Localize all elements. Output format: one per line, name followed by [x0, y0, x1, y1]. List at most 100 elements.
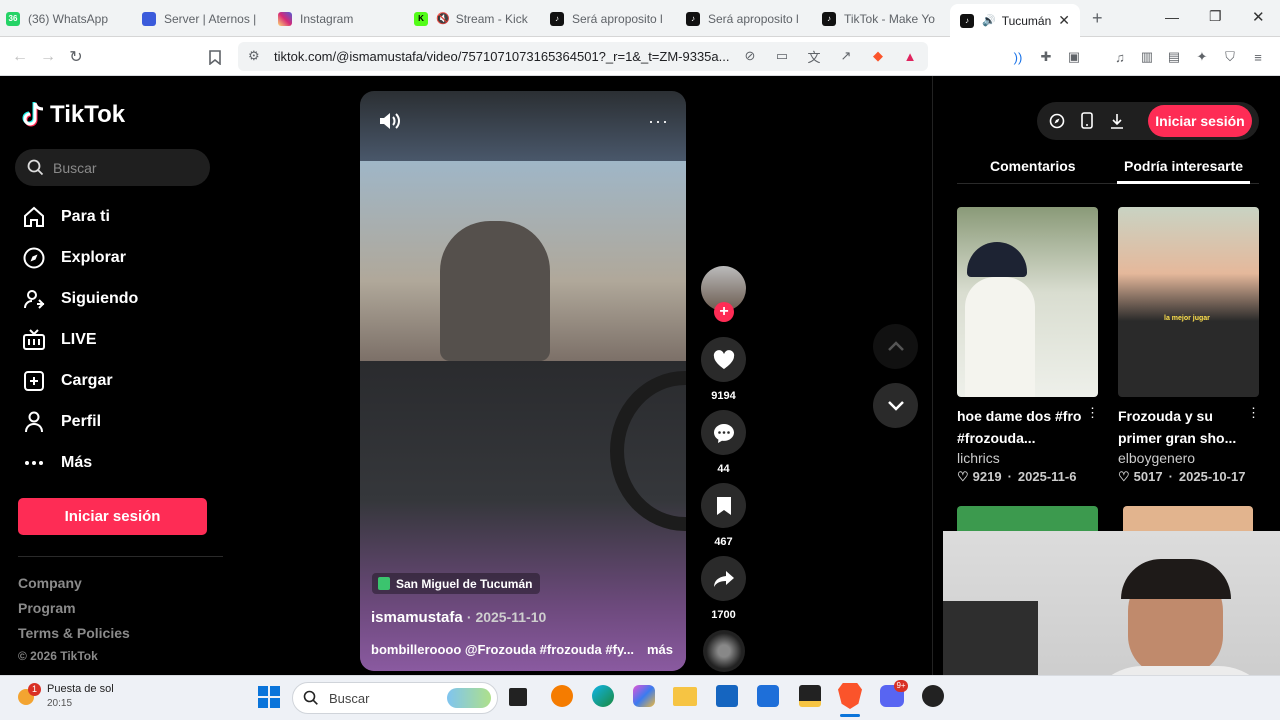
tab-tucuman-active[interactable]: ♪ 🔊 Tucumán ✕ — [950, 4, 1080, 37]
vpn-shield-icon[interactable]: ⛉ — [1220, 47, 1240, 67]
new-tab-icon[interactable]: + — [1092, 8, 1103, 29]
url-field[interactable]: ⚙ tiktok.com/@ismamustafa/video/75710710… — [238, 42, 928, 71]
no-tracking-icon[interactable]: ⊘ — [740, 46, 760, 66]
tab-instagram[interactable]: Instagram — [278, 4, 406, 33]
share-button[interactable] — [701, 556, 746, 601]
footer-company[interactable]: Company — [18, 575, 82, 591]
footer-program[interactable]: Program — [18, 600, 76, 616]
file-explorer-icon[interactable] — [673, 687, 697, 706]
back-icon[interactable]: ← — [8, 45, 32, 69]
reload-icon[interactable]: ↻ — [64, 45, 88, 69]
taskbar-search[interactable]: Buscar — [292, 682, 498, 714]
download-icon[interactable] — [1110, 113, 1124, 129]
outlook-icon[interactable] — [757, 685, 779, 707]
tab-tiktok-2[interactable]: ♪ Será aproposito l — [686, 4, 814, 33]
save-action[interactable]: 467 — [701, 483, 746, 548]
nav-live[interactable]: LIVE — [22, 327, 97, 353]
bookmark-icon[interactable] — [203, 45, 227, 69]
phone-icon[interactable] — [1081, 112, 1093, 129]
tab-tiktok-1[interactable]: ♪ Será aproposito l — [550, 4, 678, 33]
video-card-title-2[interactable]: Frozouda y su primer gran sho... — [1118, 405, 1250, 449]
location-tag[interactable]: San Miguel de Tucumán — [372, 573, 541, 594]
nav-siguiendo[interactable]: Siguiendo — [22, 286, 138, 312]
author-avatar-action[interactable]: + — [701, 266, 746, 322]
cast-icon[interactable]: ▭ — [772, 46, 792, 66]
login-button-top[interactable]: Iniciar sesión — [1148, 105, 1252, 137]
video-card-thumbnail-1[interactable] — [957, 207, 1098, 397]
minimize-icon[interactable]: — — [1165, 9, 1179, 25]
tab-tiktok-3[interactable]: ♪ TikTok - Make Yo — [822, 4, 950, 33]
audio-wave-icon[interactable]: )) — [1008, 47, 1028, 67]
video-card-author-1[interactable]: lichrics — [957, 450, 1000, 466]
comment-count: 44 — [717, 463, 730, 475]
task-view-icon[interactable] — [509, 688, 527, 706]
close-tab-icon[interactable]: ✕ — [1058, 12, 1070, 29]
brave-icon[interactable] — [838, 683, 862, 709]
tab-aternos[interactable]: Server | Aternos | — [142, 4, 270, 33]
video-author[interactable]: ismamustafa — [371, 609, 463, 626]
menu-icon[interactable]: ≡ — [1248, 47, 1268, 67]
translate-icon[interactable]: 文 — [804, 46, 824, 66]
music-disc-icon[interactable] — [703, 630, 745, 672]
save-button[interactable] — [701, 483, 746, 528]
search-input[interactable]: Buscar — [15, 149, 210, 186]
sticky-notes-icon[interactable] — [799, 685, 821, 707]
nav-explorar[interactable]: Explorar — [22, 245, 126, 271]
card-more-icon[interactable]: ⋮ — [1247, 405, 1260, 421]
video-card-title-1[interactable]: hoe dame dos #fro #frozouda... — [957, 405, 1089, 449]
screenshot-icon[interactable]: ▣ — [1064, 47, 1084, 67]
brave-rewards-icon[interactable]: ▲ — [900, 46, 920, 66]
media-icon[interactable]: ♫ — [1110, 47, 1130, 67]
video-player[interactable]: ··· San Miguel de Tucumán ismamustafa · … — [360, 91, 686, 671]
previous-video-button[interactable] — [873, 324, 918, 369]
tiktok-logo[interactable]: TikTok — [22, 101, 125, 129]
windows-start-icon[interactable] — [258, 686, 280, 708]
explore-compass-icon[interactable] — [1049, 113, 1065, 129]
fl-studio-icon[interactable] — [551, 685, 573, 707]
sidebar-icon[interactable]: ▥ — [1137, 47, 1157, 67]
like-count: 9194 — [711, 390, 736, 402]
nav-perfil[interactable]: Perfil — [22, 409, 101, 435]
share-icon[interactable]: ↗ — [836, 46, 856, 66]
card-more-icon[interactable]: ⋮ — [1086, 405, 1099, 421]
restore-icon[interactable]: ❐ — [1209, 8, 1222, 25]
nav-para-ti[interactable]: Para ti — [22, 204, 110, 230]
edge-icon[interactable] — [592, 685, 614, 707]
next-video-button[interactable] — [873, 383, 918, 428]
obs-icon[interactable] — [922, 685, 944, 707]
wallet-icon[interactable]: ▤ — [1164, 47, 1184, 67]
login-button-sidebar[interactable]: Iniciar sesión — [18, 498, 207, 535]
footer-copyright: © 2026 TikTok — [18, 649, 98, 663]
volume-icon[interactable] — [378, 111, 402, 131]
comment-button[interactable] — [701, 410, 746, 455]
nav-cargar[interactable]: Cargar — [22, 368, 113, 394]
copilot-icon[interactable] — [633, 685, 655, 707]
forward-icon[interactable]: → — [36, 45, 60, 69]
discord-icon[interactable]: 9+ — [880, 680, 908, 707]
microsoft-store-icon[interactable] — [716, 685, 738, 707]
tab-whatsapp[interactable]: 36 (36) WhatsApp — [6, 4, 136, 33]
follow-plus-icon[interactable]: + — [714, 302, 734, 322]
site-settings-icon[interactable]: ⚙ — [248, 48, 260, 64]
tab-kick[interactable]: K 🔇 Stream - Kick — [414, 4, 542, 33]
video-card-author-2[interactable]: elboygenero — [1118, 450, 1195, 466]
music-disc-action[interactable] — [701, 630, 746, 672]
like-button[interactable] — [701, 337, 746, 382]
aternos-icon — [142, 11, 156, 26]
extensions-icon[interactable]: ✚ — [1036, 47, 1056, 67]
weather-label[interactable]: Puesta de sol — [47, 683, 114, 695]
footer-terms[interactable]: Terms & Policies — [18, 625, 130, 641]
weather-widget-icon[interactable]: 1 — [16, 683, 42, 709]
video-more-icon[interactable]: ··· — [648, 111, 669, 132]
tab-podria-interesarte[interactable]: Podría interesarte — [1124, 158, 1243, 174]
leo-ai-icon[interactable]: ✦ — [1192, 47, 1212, 67]
tab-comentarios[interactable]: Comentarios — [990, 158, 1076, 174]
share-action[interactable]: 1700 — [701, 556, 746, 621]
brave-shield-icon[interactable]: ◆ — [868, 46, 888, 66]
comment-action[interactable]: 44 — [701, 410, 746, 475]
caption-more-link[interactable]: más — [647, 642, 673, 657]
like-action[interactable]: 9194 — [701, 337, 746, 402]
video-card-thumbnail-2[interactable]: la mejor jugar — [1118, 207, 1259, 397]
nav-mas[interactable]: Más — [22, 450, 92, 476]
close-window-icon[interactable]: ✕ — [1252, 8, 1265, 26]
